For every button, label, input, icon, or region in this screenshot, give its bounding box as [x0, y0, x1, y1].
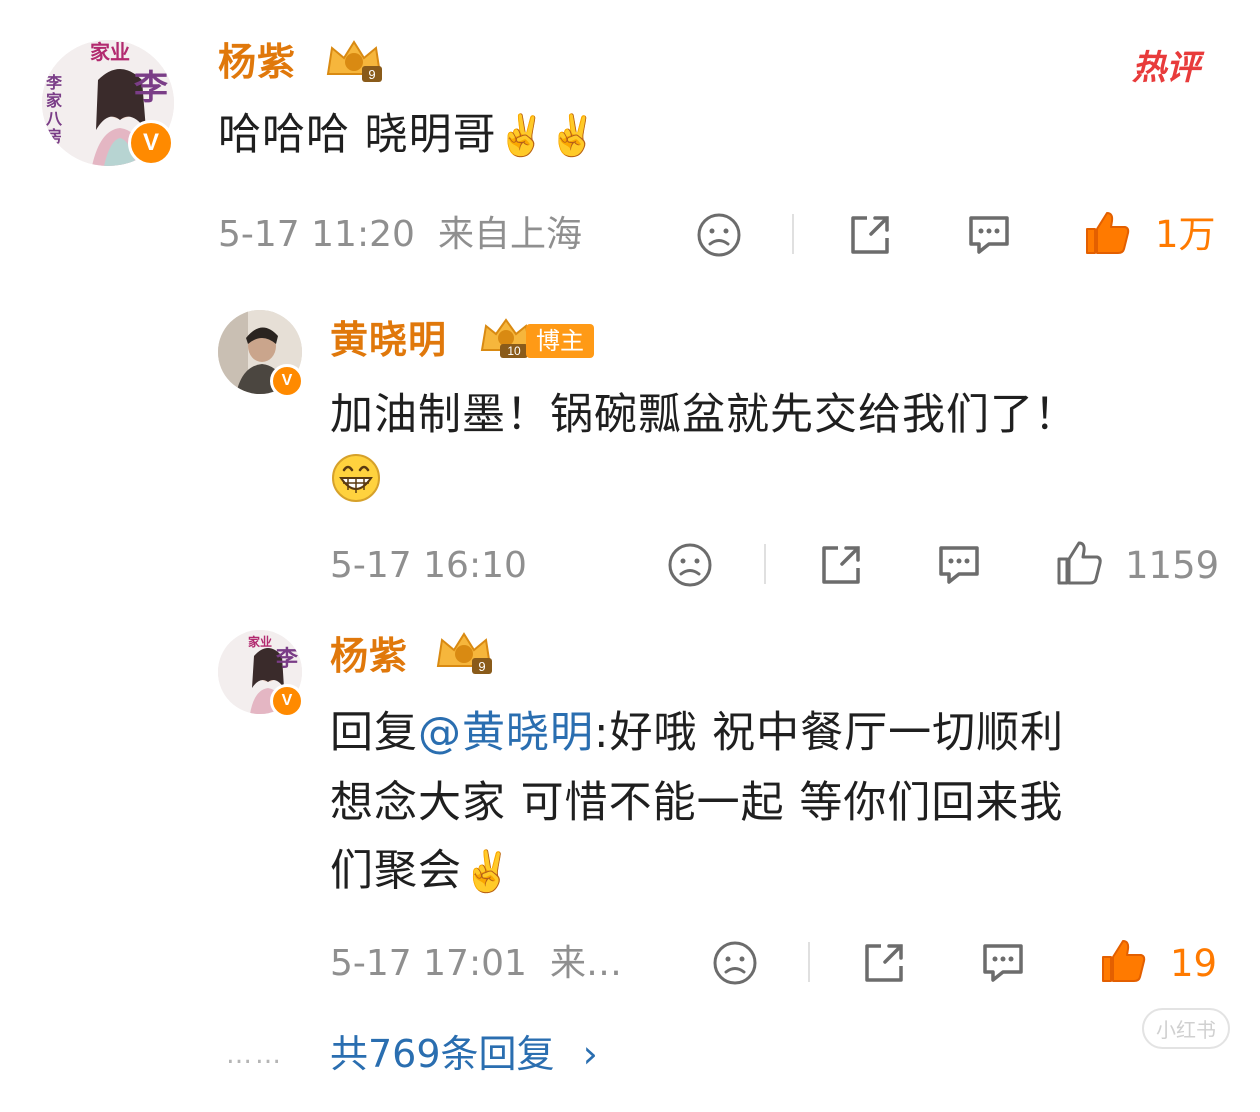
- timestamp: 5-17 11:20: [218, 214, 415, 255]
- like-count: 1万: [1155, 213, 1216, 256]
- comment-text-content: 哈哈哈 晓明哥: [218, 110, 497, 160]
- like-button[interactable]: [1052, 536, 1106, 590]
- share-icon: [822, 546, 860, 584]
- reply-button[interactable]: [932, 538, 986, 592]
- comment-icon: [983, 944, 1023, 982]
- username[interactable]: 黄晓明: [330, 318, 447, 362]
- watermark: 小红书: [1142, 1008, 1230, 1049]
- comment-text-content: :好哦 祝中餐厅一切顺利: [594, 708, 1065, 758]
- avatar-label-name: 李: [134, 68, 168, 108]
- avatar-label-name: 李: [275, 647, 299, 672]
- crown-level-icon: 9: [436, 632, 492, 674]
- comment-text: 回复@黄晓明:好哦 祝中餐厅一切顺利: [330, 700, 1064, 766]
- verified-icon: V: [270, 364, 304, 398]
- reply-button[interactable]: [962, 208, 1016, 262]
- share-button[interactable]: [814, 538, 868, 592]
- thumbs-up-icon: [1057, 541, 1102, 585]
- thread-dots: ……: [226, 1040, 284, 1070]
- chevron-right-icon: ›: [582, 1032, 598, 1076]
- username[interactable]: 杨紫: [218, 40, 296, 84]
- share-button[interactable]: [857, 936, 911, 990]
- like-button[interactable]: [1096, 934, 1150, 988]
- grin-emoji: [330, 452, 382, 508]
- crown-level-icon: 9: [326, 40, 382, 82]
- blogger-tag: 博主: [526, 324, 594, 358]
- comment-text-line: 们聚会✌️: [330, 838, 513, 905]
- location: 来自上海: [438, 214, 583, 255]
- thumbs-up-icon: [1102, 940, 1146, 982]
- comment-text: 哈哈哈 晓明哥✌️✌️: [218, 102, 598, 169]
- avatar-label-side: 李家八房: [46, 73, 63, 146]
- sad-face-icon: [697, 213, 741, 257]
- username[interactable]: 杨紫: [330, 634, 408, 678]
- verified-icon: V: [270, 684, 304, 718]
- verified-icon: V: [128, 120, 174, 166]
- divider: [808, 942, 810, 982]
- comment-text-line: 想念大家 可惜不能一起 等你们回来我: [330, 778, 1064, 828]
- divider: [792, 214, 794, 254]
- share-icon: [865, 944, 903, 982]
- dislike-button[interactable]: [694, 210, 744, 260]
- comment-text: 加油制墨！锅碗瓢盆就先交给我们了！: [330, 390, 1078, 440]
- comment-icon: [939, 546, 979, 584]
- avatar-label-top: 家业: [248, 634, 272, 649]
- victory-hand-emoji: ✌️✌️: [496, 113, 599, 159]
- reply-prefix: 回复: [330, 708, 418, 758]
- mention-link[interactable]: @黄晓明: [418, 708, 594, 758]
- thumbs-up-icon: [1086, 212, 1130, 254]
- comment-text-content: 们聚会: [330, 846, 462, 896]
- view-all-replies-link[interactable]: 共769条回复 ›: [330, 1032, 598, 1076]
- share-icon: [851, 216, 889, 254]
- level-number: 9: [478, 659, 485, 674]
- location: 来…: [550, 943, 623, 984]
- level-number: 10: [507, 344, 521, 358]
- dislike-button[interactable]: [665, 540, 715, 590]
- sad-face-icon: [713, 941, 757, 985]
- victory-hand-emoji: ✌️: [462, 849, 513, 895]
- comment-icon: [969, 216, 1009, 254]
- like-count: 19: [1170, 942, 1218, 985]
- timestamp: 5-17 17:01: [330, 943, 527, 984]
- like-count: 1159: [1125, 544, 1220, 587]
- divider: [764, 544, 766, 584]
- hot-comment-label: 热评: [1132, 49, 1200, 87]
- dislike-button[interactable]: [710, 938, 760, 988]
- timestamp: 5-17 16:10: [330, 545, 527, 586]
- avatar-label-top: 家业: [90, 40, 130, 64]
- like-button[interactable]: [1080, 206, 1134, 260]
- level-number: 9: [368, 67, 375, 82]
- view-all-replies-label: 共769条回复: [330, 1032, 555, 1076]
- share-button[interactable]: [843, 208, 897, 262]
- sad-face-icon: [668, 543, 712, 587]
- reply-button[interactable]: [976, 936, 1030, 990]
